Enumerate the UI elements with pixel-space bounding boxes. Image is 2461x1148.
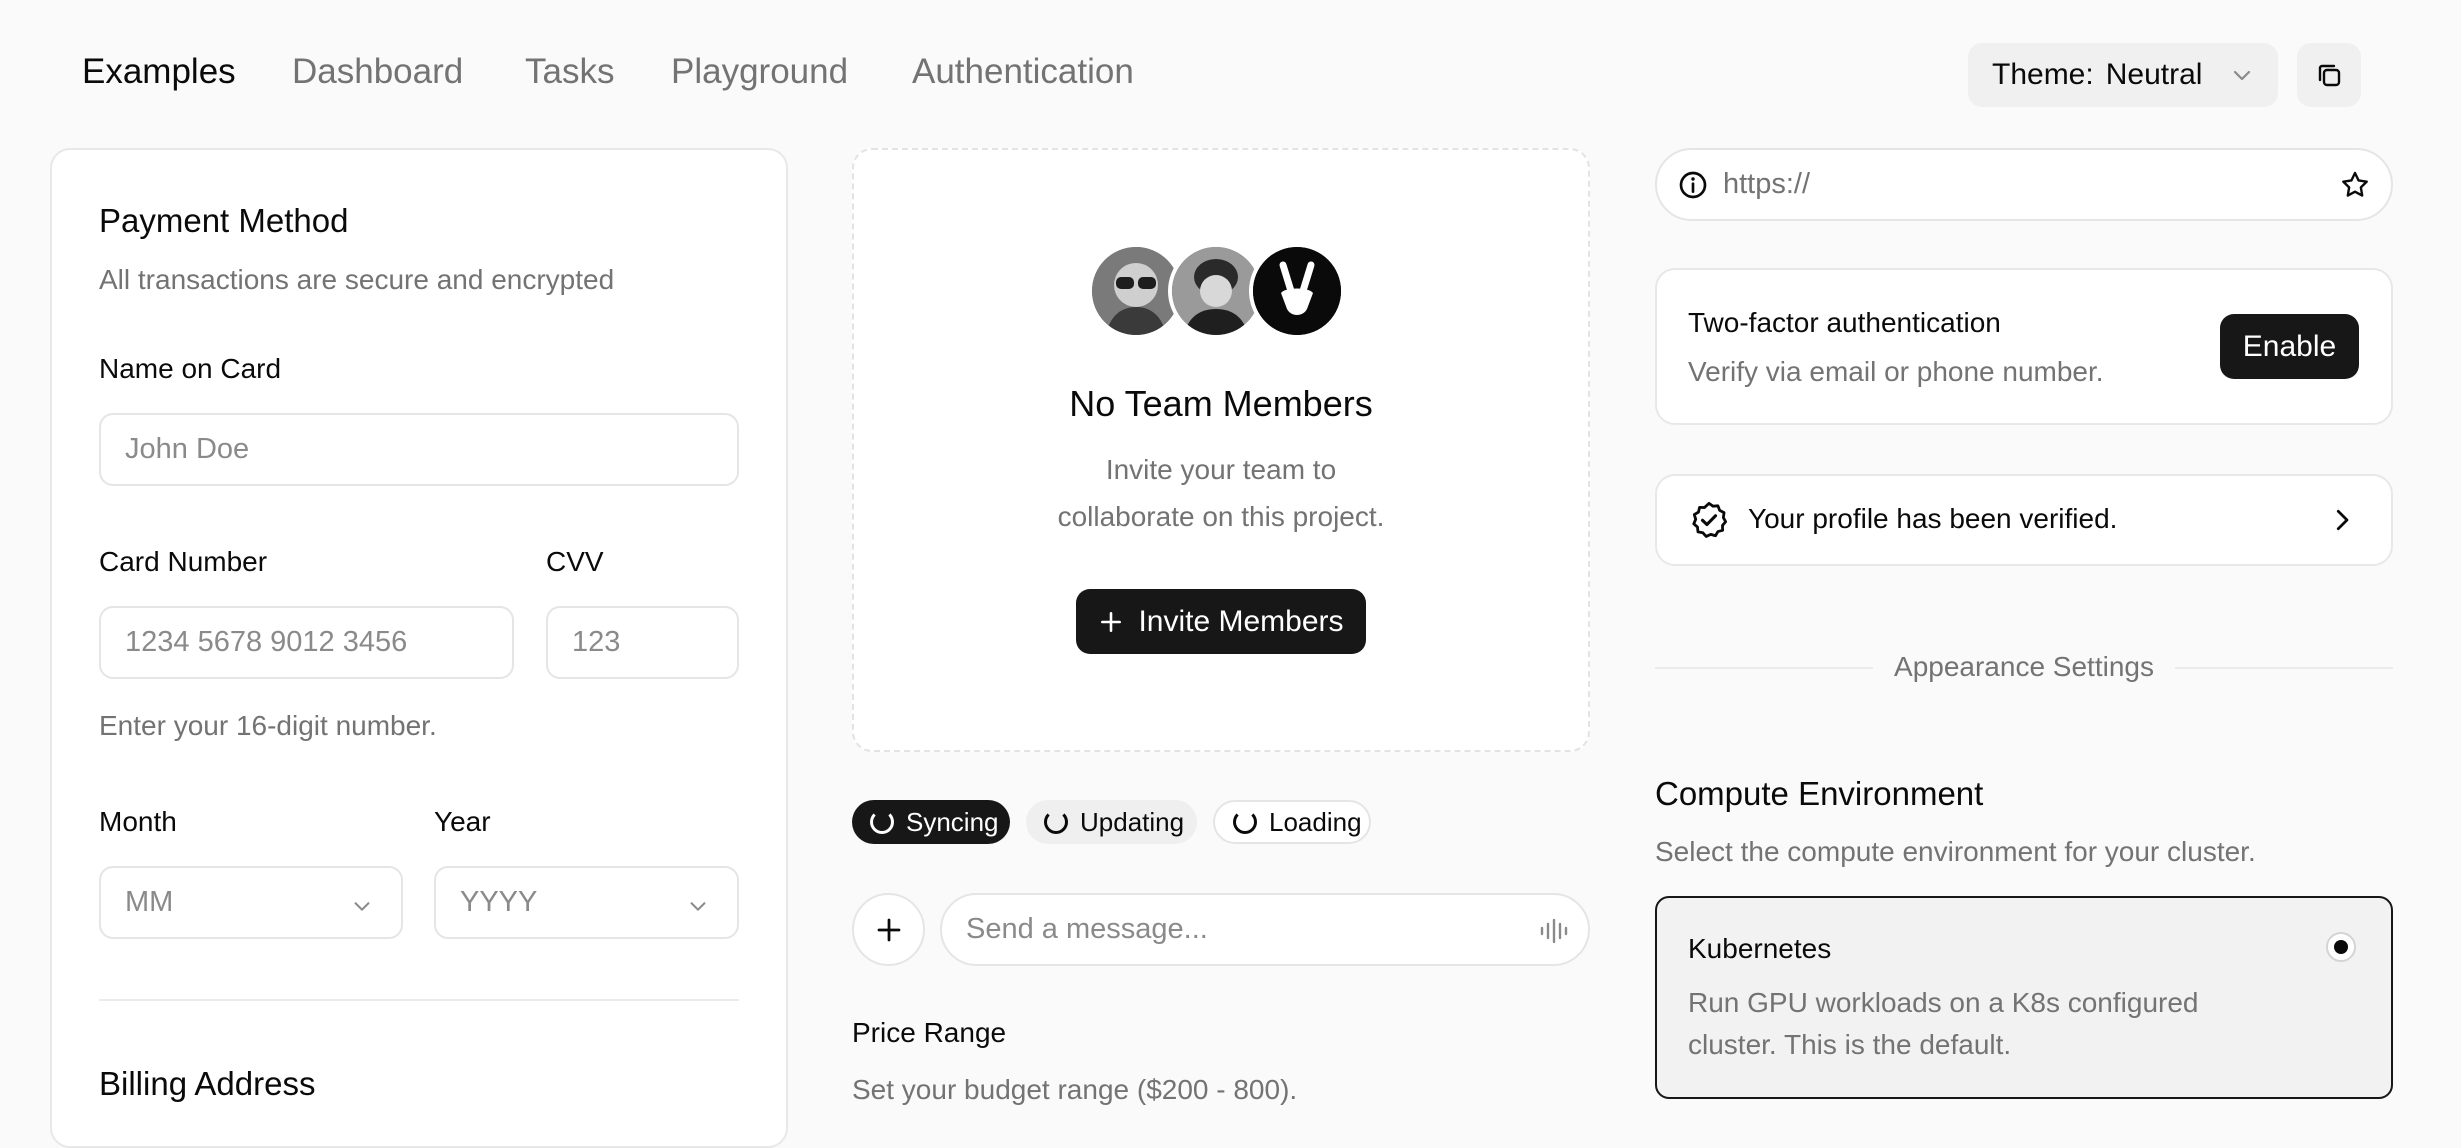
copy-button[interactable] xyxy=(2297,43,2361,107)
nav-tasks[interactable]: Tasks xyxy=(525,52,614,92)
plus-icon xyxy=(1101,611,1122,632)
theme-label: Theme: xyxy=(1992,58,2094,91)
chevron-down-icon xyxy=(690,902,706,911)
url-input[interactable]: https:// xyxy=(1655,148,2393,221)
price-range-desc: Set your budget range ($200 - 800). xyxy=(852,1074,1298,1105)
nav-dashboard[interactable]: Dashboard xyxy=(292,52,463,92)
team-empty-card xyxy=(852,148,1590,752)
status-chip-syncing: Syncing xyxy=(852,800,1010,844)
team-title: No Team Members xyxy=(1069,383,1373,424)
compute-option-title: Kubernetes xyxy=(1688,933,1832,964)
payment-subtitle: All transactions are secure and encrypte… xyxy=(99,264,615,295)
chevron-right-icon xyxy=(2336,509,2349,531)
spinner-icon xyxy=(870,810,894,834)
enable-label: Enable xyxy=(2242,329,2337,363)
invite-members-label: Invite Members xyxy=(1138,604,1344,638)
compute-desc: Select the compute environment for your … xyxy=(1655,836,2256,867)
nav-authentication[interactable]: Authentication xyxy=(912,52,1134,92)
info-icon xyxy=(1679,171,1707,199)
badge-check-icon xyxy=(1692,501,1728,538)
divider xyxy=(2175,667,2393,669)
enable-button[interactable]: Enable xyxy=(2220,314,2359,379)
plus-icon xyxy=(877,918,901,942)
appearance-settings-label: Appearance Settings xyxy=(1894,651,2154,682)
avatar xyxy=(1249,243,1345,339)
theme-select[interactable]: Theme: Neutral xyxy=(1968,43,2278,107)
name-placeholder: John Doe xyxy=(125,433,250,465)
cvv-label: CVV xyxy=(546,546,604,577)
month-select[interactable]: MM xyxy=(99,866,403,939)
status-chip-loading: Loading xyxy=(1213,800,1371,844)
payment-title: Payment Method xyxy=(99,202,349,239)
year-select[interactable]: YYYY xyxy=(434,866,739,939)
spinner-icon xyxy=(1044,810,1068,834)
divider xyxy=(1655,667,1873,669)
chip-label: Loading xyxy=(1269,806,1362,837)
year-value: YYYY xyxy=(460,886,538,918)
url-value: https:// xyxy=(1723,168,1811,200)
name-on-card-field[interactable]: John Doe xyxy=(99,413,739,486)
two-factor-title: Two-factor authentication xyxy=(1688,307,2001,338)
message-placeholder: Send a message... xyxy=(966,913,1208,945)
nav-playground[interactable]: Playground xyxy=(671,52,848,92)
compute-option-desc-line2: cluster. This is the default. xyxy=(1688,1029,2012,1060)
theme-value: Neutral xyxy=(2105,58,2203,91)
verified-text: Your profile has been verified. xyxy=(1748,503,2118,534)
two-factor-desc: Verify via email or phone number. xyxy=(1688,356,2104,387)
card-number-placeholder: 1234 5678 9012 3456 xyxy=(125,626,408,658)
year-label: Year xyxy=(434,806,491,837)
audio-waveform-icon[interactable] xyxy=(1538,916,1570,946)
chip-label: Updating xyxy=(1080,806,1185,837)
nav-examples[interactable]: Examples xyxy=(82,52,236,92)
divider xyxy=(99,999,739,1001)
card-number-label: Card Number xyxy=(99,546,268,577)
status-chip-updating: Updating xyxy=(1026,800,1197,844)
radio-selected[interactable] xyxy=(2326,932,2356,962)
invite-members-button[interactable]: Invite Members xyxy=(1076,589,1366,654)
team-desc-line1: Invite your team to xyxy=(1105,454,1337,485)
card-number-field[interactable]: 1234 5678 9012 3456 xyxy=(99,606,514,679)
chevron-down-icon xyxy=(2233,70,2251,81)
chevron-down-icon xyxy=(354,902,370,911)
name-label: Name on Card xyxy=(99,353,282,384)
team-desc-line2: collaborate on this project. xyxy=(1057,501,1385,532)
cvv-placeholder: 123 xyxy=(572,626,621,658)
price-range-title: Price Range xyxy=(852,1017,1007,1048)
billing-title: Billing Address xyxy=(99,1065,316,1102)
month-value: MM xyxy=(125,886,174,918)
compute-title: Compute Environment xyxy=(1655,775,1984,812)
spinner-icon xyxy=(1233,810,1257,834)
chip-label: Syncing xyxy=(906,806,999,837)
add-attachment-button[interactable] xyxy=(852,893,925,966)
card-help-text: Enter your 16-digit number. xyxy=(99,710,437,741)
message-input[interactable]: Send a message... xyxy=(940,893,1590,966)
copy-icon xyxy=(2318,64,2341,87)
compute-option-desc-line1: Run GPU workloads on a K8s configured xyxy=(1688,987,2199,1018)
cvv-field[interactable]: 123 xyxy=(546,606,739,679)
month-label: Month xyxy=(99,806,177,837)
star-icon[interactable] xyxy=(2339,169,2371,201)
